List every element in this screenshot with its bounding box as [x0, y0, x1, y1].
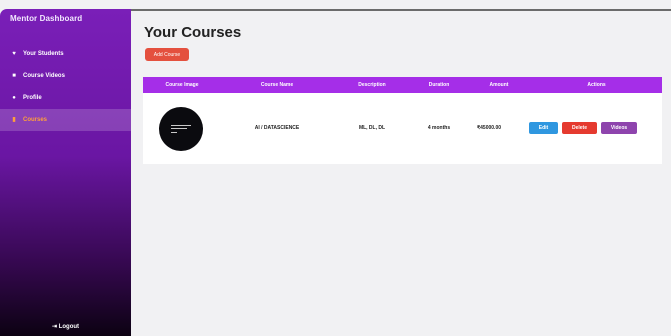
sidebar-item-course-videos[interactable]: ■ Course Videos	[0, 65, 131, 87]
column-header-amount: Amount	[489, 82, 509, 88]
add-course-button[interactable]: Add Course	[145, 48, 189, 61]
course-image	[159, 107, 203, 151]
sidebar-item-label: Course Videos	[23, 73, 65, 79]
edit-button[interactable]: Edit	[529, 122, 558, 134]
column-header-actions: Actions	[587, 82, 606, 88]
logout-link[interactable]: ⇥ Logout	[52, 323, 79, 330]
video-icon: ■	[12, 72, 16, 79]
sidebar-item-label: Courses	[23, 117, 48, 123]
course-name: AI / DATASCIENCE	[254, 125, 300, 131]
delete-button[interactable]: Delete	[562, 122, 597, 134]
page-title: Your Courses	[144, 24, 242, 41]
users-icon: ♥	[12, 50, 16, 57]
course-amount: ₹45000.00	[476, 125, 502, 131]
table-row: AI / DATASCIENCE ML, DL, DL 4 months ₹45…	[143, 93, 662, 164]
sidebar-title: Mentor Dashboard	[10, 14, 83, 23]
sidebar-nav: ♥ Your Students ■ Course Videos ● Profil…	[0, 43, 131, 131]
book-icon: ▮	[12, 116, 16, 123]
logout-label: Logout	[58, 324, 80, 330]
courses-table: Course Image Course Name Description Dur…	[143, 77, 662, 164]
sidebar-item-label: Profile	[23, 95, 42, 101]
logout-icon: ⇥	[52, 324, 58, 330]
sidebar-item-courses[interactable]: ▮ Courses	[0, 109, 131, 131]
main-content: Your Courses Add Course Course Image Cou…	[131, 11, 671, 336]
table-header: Course Image Course Name Description Dur…	[143, 77, 662, 93]
column-header-description: Description	[358, 82, 386, 88]
sidebar-item-profile[interactable]: ● Profile	[0, 87, 131, 109]
app-window: Mentor Dashboard ♥ Your Students ■ Cours…	[0, 0, 671, 336]
course-description: ML, DL, DL	[358, 125, 386, 131]
column-header-duration: Duration	[428, 82, 450, 88]
sidebar: Mentor Dashboard ♥ Your Students ■ Cours…	[0, 9, 131, 336]
column-header-course-image: Course Image	[165, 82, 199, 88]
user-icon: ●	[12, 94, 16, 101]
sidebar-item-label: Your Students	[23, 51, 64, 57]
column-header-course-name: Course Name	[260, 82, 294, 88]
videos-button[interactable]: Videos	[601, 122, 637, 134]
sidebar-item-your-students[interactable]: ♥ Your Students	[0, 43, 131, 65]
